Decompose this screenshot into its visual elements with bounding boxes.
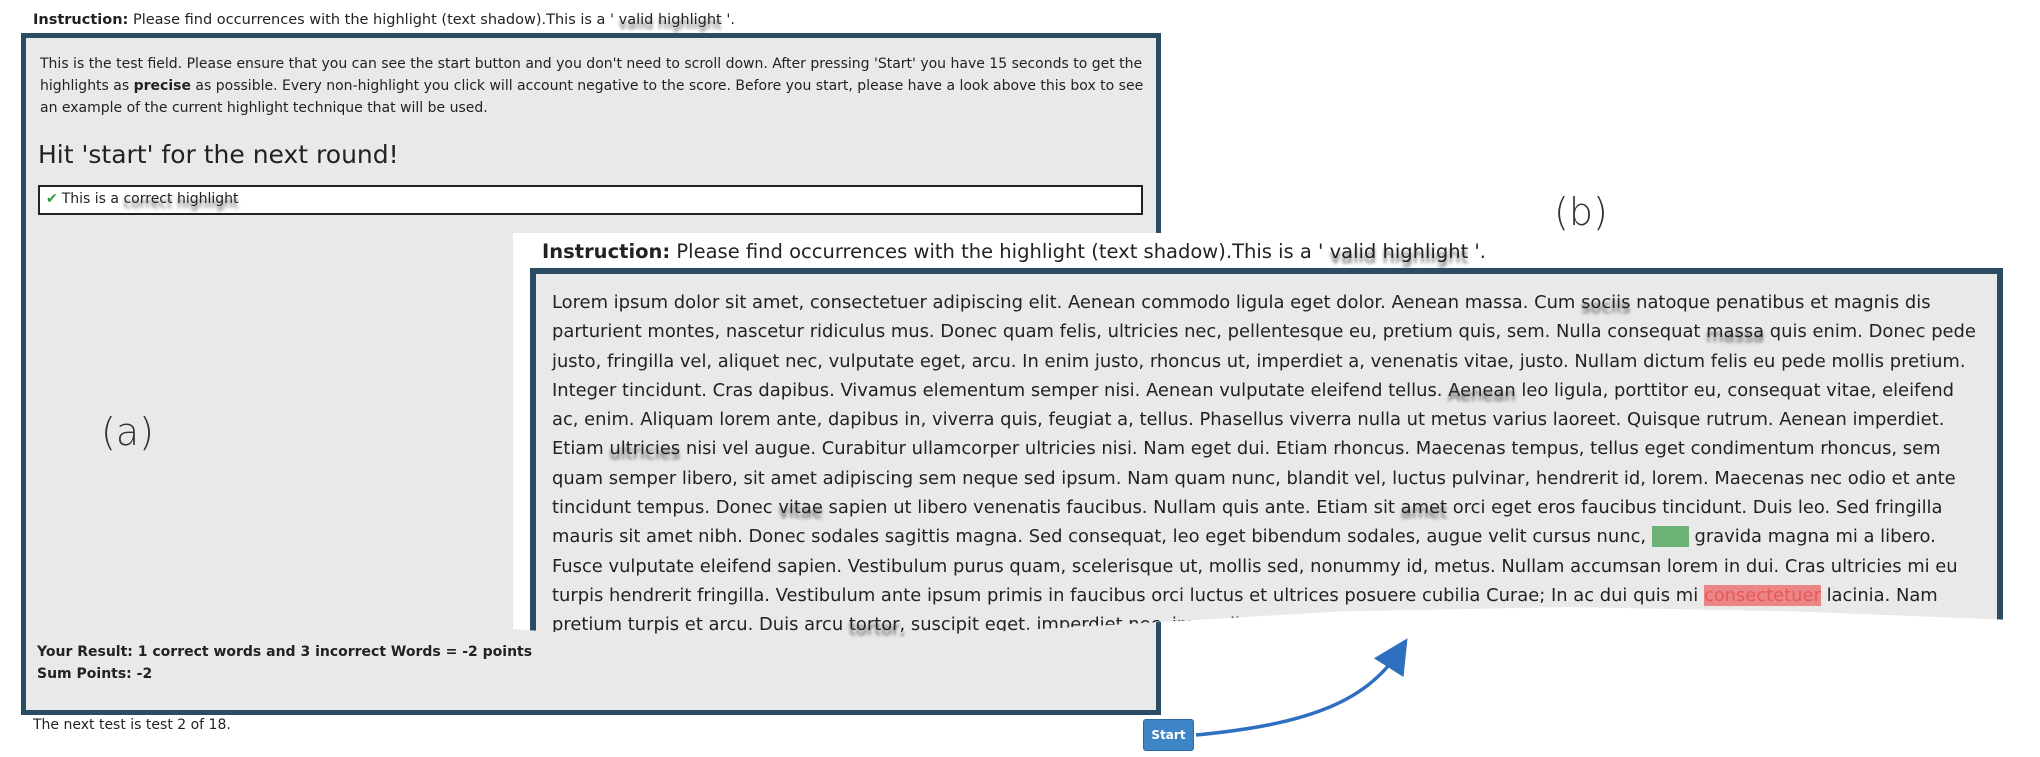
instruction-line: Instruction: Please find occurrences wit… xyxy=(33,12,735,28)
zoomed-inset: Instruction: Please find occurrences wit… xyxy=(513,233,2020,643)
text-segment[interactable]: sapien ut libero venenatis faucibus. Nul… xyxy=(823,497,1401,518)
result-summary: Your Result: 1 correct words and 3 incor… xyxy=(37,641,532,685)
sum-points: Sum Points: -2 xyxy=(37,666,153,682)
description-part-2: as possible. Every non-highlight you cli… xyxy=(40,78,1144,116)
instruction-text: Please find occurrences with the highlig… xyxy=(128,12,619,28)
result-line: Your Result: 1 correct words and 3 incor… xyxy=(37,644,533,660)
check-icon: ✔ xyxy=(46,191,58,207)
lorem-text: Lorem ipsum dolor sit amet, consectetuer… xyxy=(552,288,1982,642)
highlighted-word[interactable]: ultricies xyxy=(609,438,680,459)
highlighted-word[interactable]: amet xyxy=(1401,497,1447,518)
zoom-instruction-end: '. xyxy=(1468,240,1486,263)
zoom-instruction-label: Instruction: xyxy=(542,240,671,263)
highlighted-word[interactable]: tortor, xyxy=(849,614,905,635)
figure-label-b: (b) xyxy=(1554,190,1608,234)
incorrect-click-marker[interactable]: consectetuer xyxy=(1703,584,1821,606)
zoom-instruction-text: Please find occurrences with the highlig… xyxy=(670,240,1330,263)
highlighted-word[interactable]: sociis xyxy=(1581,292,1630,313)
highlighted-word[interactable]: massa xyxy=(1706,321,1764,342)
test-field-description: This is the test field. Please ensure th… xyxy=(40,53,1150,119)
instruction-example-highlight: valid highlight xyxy=(618,12,722,28)
start-button[interactable]: Start xyxy=(1143,719,1194,751)
instruction-label: Instruction: xyxy=(33,12,129,28)
correct-click-marker[interactable]: quis xyxy=(1651,526,1689,548)
figure-label-a: (a) xyxy=(101,410,154,454)
highlighted-word[interactable]: Aenean xyxy=(1448,380,1516,401)
correct-highlight-word: correct highlight xyxy=(123,191,239,207)
zoom-test-field: Lorem ipsum dolor sit amet, consectetuer… xyxy=(530,268,2003,643)
correct-highlight-example: ✔ This is a correct highlight xyxy=(38,185,1143,215)
correct-prefix: This is a xyxy=(61,191,124,207)
round-title: Hit 'start' for the next round! xyxy=(38,140,399,169)
instruction-end: '. xyxy=(721,12,735,28)
zoom-instruction-example-highlight: valid highlight xyxy=(1329,240,1469,263)
description-bold: precise xyxy=(133,78,191,94)
next-test-text: The next test is test 2 of 18. xyxy=(33,717,231,733)
zoom-instruction-line: Instruction: Please find occurrences wit… xyxy=(542,240,1486,263)
highlighted-word[interactable]: vitae xyxy=(778,497,823,518)
text-segment[interactable]: Lorem ipsum dolor sit amet, consectetuer… xyxy=(552,292,1581,313)
